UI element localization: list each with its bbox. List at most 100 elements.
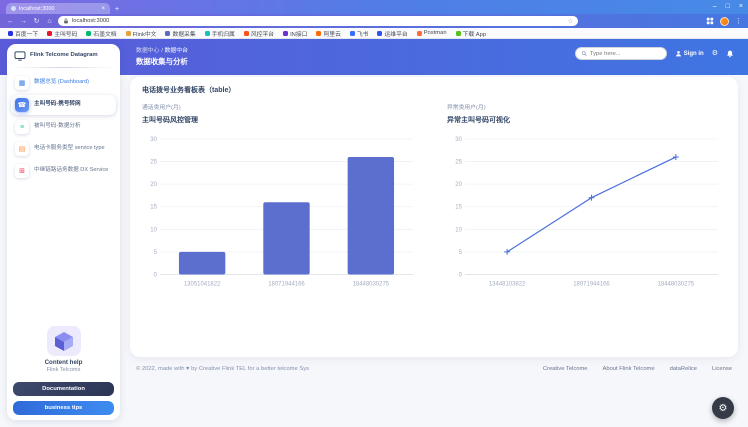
bookmark-item[interactable]: 百度一下: [8, 29, 38, 38]
footer-link[interactable]: License: [712, 366, 732, 372]
card-title: 电话拨号业务看板表（table）: [142, 85, 726, 95]
copyright-text: © 2022, made with ♥ by Creative Flink TE…: [136, 366, 309, 372]
sidebar-nav-item[interactable]: ≡ 被叫号码-数据分析: [11, 117, 116, 137]
search-input[interactable]: [590, 51, 661, 57]
page-title: 数据收集与分析: [136, 56, 188, 67]
home-icon[interactable]: ⌂: [45, 18, 54, 25]
main-content: 数据中心 / 数据中台 数据收集与分析: [128, 39, 748, 427]
svg-text:0: 0: [459, 272, 463, 278]
breadcrumb-root[interactable]: 数据中心: [136, 48, 160, 54]
url-field[interactable]: localhost:3000 ☆: [58, 16, 578, 26]
window-minimize-button[interactable]: –: [713, 1, 717, 13]
chart-panels: 通话类用户(月) 主叫号码风控管理 0510152025301305104182…: [142, 102, 726, 290]
bookmark-label: 飞书: [357, 29, 369, 38]
svg-text:30: 30: [455, 137, 462, 143]
browser-tab[interactable]: localhost:3000 ×: [6, 3, 110, 14]
search-box[interactable]: [575, 47, 667, 60]
bookmark-favicon: [417, 31, 422, 36]
sidebar-item-icon: ⊞: [15, 164, 29, 178]
footer-link[interactable]: dataRelice: [670, 366, 697, 372]
line-chart-subtitle: 异常类用户(月): [447, 102, 726, 111]
help-illustration: [47, 326, 81, 356]
bookmark-item[interactable]: 手机归属: [205, 29, 235, 38]
bookmark-item[interactable]: 飞书: [350, 29, 369, 38]
notifications-bell-icon[interactable]: [726, 50, 734, 58]
browser-address-bar: ← → ↻ ⌂ localhost:3000 ☆ ⋮: [0, 14, 748, 28]
line-chart-panel: 异常类用户(月) 异常主叫号码可视化 051015202530134481038…: [447, 102, 726, 290]
svg-text:5: 5: [459, 250, 463, 256]
profile-avatar[interactable]: [720, 17, 729, 26]
footer-link[interactable]: About Flink Telcome: [603, 366, 655, 372]
sidebar-nav-item[interactable]: ⊞ 中继链路话务数据 DX Service: [11, 161, 116, 181]
svg-text:15: 15: [150, 205, 157, 211]
sidebar-item-icon: ▤: [15, 142, 29, 156]
settings-gear-icon[interactable]: ⚙: [712, 50, 718, 57]
svg-text:20: 20: [150, 182, 157, 188]
bookmark-item[interactable]: Flink中文: [126, 29, 157, 38]
footer-link[interactable]: Creative Telcome: [543, 366, 588, 372]
browser-toolbar-right: ⋮: [706, 17, 742, 26]
new-tab-button[interactable]: +: [115, 6, 119, 13]
settings-fab[interactable]: ⚙: [712, 397, 734, 419]
sign-in-button[interactable]: Sign in: [675, 50, 704, 57]
window-maximize-button[interactable]: □: [726, 1, 730, 13]
brand-name: Flink Telcome Datagram: [30, 52, 98, 59]
svg-text:18448030275: 18448030275: [353, 281, 390, 287]
svg-text:18448030275: 18448030275: [658, 281, 695, 287]
bookmark-label: 运维平台: [384, 29, 407, 38]
business-tips-button[interactable]: business tips: [13, 401, 114, 415]
bookmark-favicon: [283, 31, 288, 36]
app-page: Flink Telcome Datagram ▦ 数据总览 (Dashboard…: [0, 39, 748, 427]
sidebar: Flink Telcome Datagram ▦ 数据总览 (Dashboard…: [7, 44, 120, 420]
sidebar-nav-item[interactable]: ▦ 数据总览 (Dashboard): [11, 73, 116, 93]
breadcrumb-block: 数据中心 / 数据中台 数据收集与分析: [136, 45, 188, 67]
browser-menu-icon[interactable]: ⋮: [735, 17, 742, 25]
bookmark-favicon: [377, 31, 382, 36]
browser-tab-strip: localhost:3000 × + – □ ×: [0, 0, 748, 14]
svg-text:13448103822: 13448103822: [489, 281, 526, 287]
bookmark-item[interactable]: 数据采集: [165, 29, 195, 38]
person-icon: [675, 50, 682, 57]
sidebar-nav-item[interactable]: ▤ 电话卡服务类型 service type: [11, 139, 116, 159]
svg-text:18071944166: 18071944166: [573, 281, 610, 287]
bookmark-item[interactable]: 石墨文档: [86, 29, 116, 38]
bookmark-star-icon[interactable]: ☆: [568, 18, 573, 25]
bookmark-item[interactable]: 下载 App: [456, 29, 487, 38]
documentation-button[interactable]: Documentation: [13, 382, 114, 396]
bookmark-favicon: [316, 31, 321, 36]
forward-icon[interactable]: →: [19, 18, 28, 25]
brand-logo-icon: [14, 51, 26, 61]
sidebar-nav-item[interactable]: ☎ 主叫号码-携号转网: [11, 95, 116, 115]
tab-close-icon[interactable]: ×: [101, 6, 105, 12]
sidebar-brand[interactable]: Flink Telcome Datagram: [7, 44, 120, 66]
bookmark-item[interactable]: 阿里云: [316, 29, 340, 38]
navbar-actions: Sign in ⚙: [575, 47, 734, 60]
tab-title: localhost:3000: [19, 6, 98, 12]
dashboard-card: 电话拨号业务看板表（table） 通话类用户(月) 主叫号码风控管理 05101…: [130, 77, 738, 357]
bookmark-label: 石墨文档: [93, 29, 116, 38]
bar-chart: 0510152025301305104182218071944166184480…: [142, 133, 421, 290]
bookmark-favicon: [8, 31, 13, 36]
sidebar-item-label: 电话卡服务类型 service type: [34, 145, 105, 152]
back-icon[interactable]: ←: [6, 18, 15, 25]
window-controls: – □ ×: [713, 1, 743, 13]
window-close-button[interactable]: ×: [739, 1, 743, 13]
sidebar-help-card: Content help Flink Telcoms: [7, 320, 120, 382]
bookmark-item[interactable]: 风控平台: [244, 29, 274, 38]
tab-favicon: [11, 6, 16, 11]
svg-text:25: 25: [455, 160, 462, 166]
svg-text:20: 20: [455, 182, 462, 188]
bookmark-item[interactable]: 主叫号码: [47, 29, 77, 38]
extensions-icon[interactable]: [706, 17, 714, 25]
bookmark-favicon: [165, 31, 170, 36]
bookmark-label: 主叫号码: [54, 29, 77, 38]
reload-icon[interactable]: ↻: [32, 17, 41, 25]
bookmark-item[interactable]: 运维平台: [377, 29, 407, 38]
svg-text:5: 5: [154, 250, 158, 256]
help-subtitle: Flink Telcoms: [13, 367, 114, 373]
bookmark-label: 风控平台: [251, 29, 274, 38]
svg-text:30: 30: [150, 137, 157, 143]
bookmark-item[interactable]: Postman: [417, 30, 447, 36]
sign-in-label: Sign in: [684, 51, 704, 57]
bookmark-item[interactable]: IN接口: [283, 29, 307, 38]
